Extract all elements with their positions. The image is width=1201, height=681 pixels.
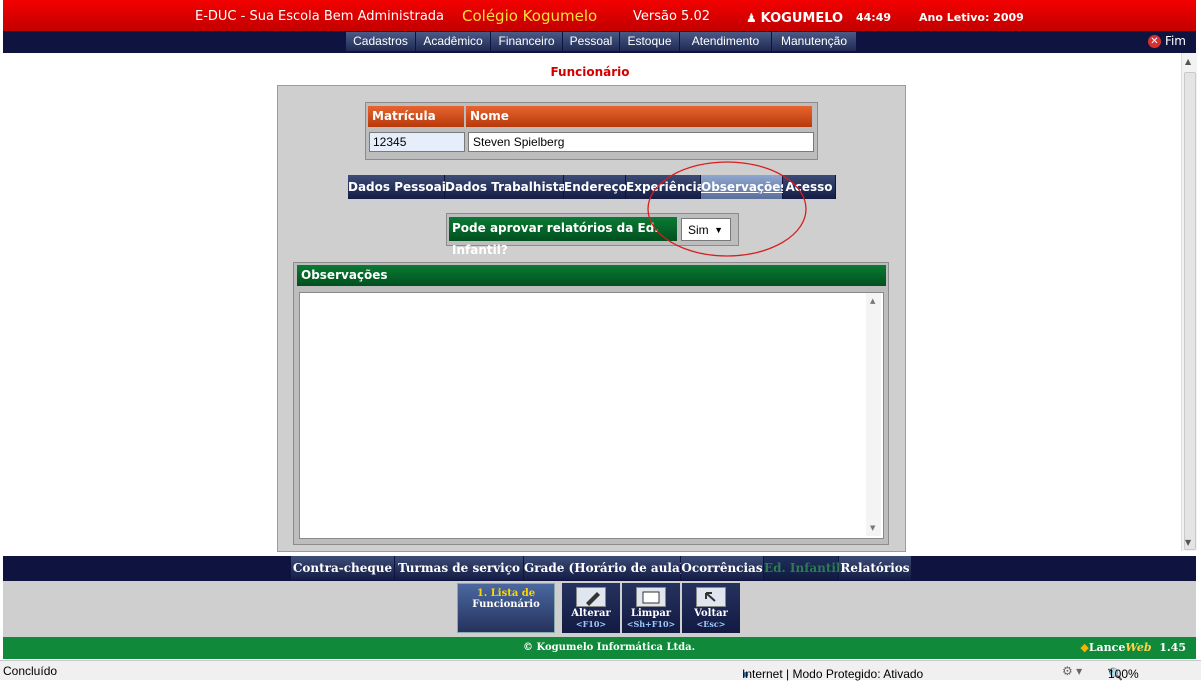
page-scrollbar[interactable]: ▲ ▼ (1181, 53, 1197, 551)
alter-button[interactable]: Alterar <F10> (562, 583, 620, 633)
exit-label: Fim (1164, 34, 1186, 48)
nome-label: Nome (466, 106, 812, 127)
menu-atendimento[interactable]: Atendimento (680, 32, 772, 51)
menu-manutencao[interactable]: Manutenção (772, 32, 857, 51)
version-label: Versão 5.02 (633, 9, 710, 24)
tab-dados-pessoais[interactable]: Dados Pessoais (348, 175, 453, 199)
observations-textarea[interactable] (299, 292, 884, 539)
action-toolbar: 1. Lista de Funcionário Alterar <F10> Li… (3, 581, 1196, 637)
textarea-scroll-down-icon[interactable]: ▼ (870, 524, 875, 532)
menu-pessoal[interactable]: Pessoal (563, 32, 620, 51)
copyright: © Kogumelo Informática Ltda. (523, 642, 696, 653)
status-text: Concluído (3, 664, 58, 678)
menu-turmas-servico[interactable]: Turmas de serviço (395, 556, 524, 580)
protected-mode-icon[interactable]: ⚙ ▾ (1062, 664, 1082, 678)
clear-button[interactable]: Limpar <Sh+F10> (622, 583, 680, 633)
textarea-scrollbar[interactable]: ▲ ▼ (866, 293, 881, 536)
menu-relatorios[interactable]: Relatórios (839, 556, 912, 580)
page-title: Funcionário (550, 65, 630, 79)
user-icon: ♟ (746, 11, 757, 25)
menu-academico[interactable]: Acadêmico (416, 32, 491, 51)
menu-ed-infantil[interactable]: Ed. Infantil (764, 556, 841, 580)
approval-question: Pode aprovar relatórios da Ed. Infantil? (449, 217, 677, 257)
brand-lance: Lance (1088, 641, 1126, 654)
zoom-control[interactable]: 🔍 100% ▾ (1108, 664, 1139, 681)
school-name: Colégio Kogumelo (462, 7, 598, 25)
user-name: KOGUMELO (760, 11, 844, 26)
edit-icon (576, 587, 606, 607)
brand-web: Web (1125, 641, 1152, 654)
tab-dados-trabalhistas[interactable]: Dados Trabalhistas (445, 175, 574, 199)
matricula-label: Matrícula (368, 106, 464, 127)
scroll-up-icon[interactable]: ▲ (1185, 57, 1191, 66)
school-year: Ano Letivo: 2009 (919, 11, 1024, 24)
brand-logo-icon: ◆ (1080, 641, 1089, 654)
sub-menu: Contra-cheque Turmas de serviço Grade (H… (3, 556, 1196, 581)
footer-bar: © Kogumelo Informática Ltda. ◆LanceWeb 1… (3, 637, 1196, 659)
alter-label: Alterar (571, 608, 611, 619)
user-block: ♟ KOGUMELO (746, 11, 843, 26)
back-key: <Esc> (696, 619, 726, 629)
app-name: E-DUC - Sua Escola Bem Administrada (195, 9, 445, 24)
menu-ocorrencias[interactable]: Ocorrências (681, 556, 764, 580)
back-button[interactable]: Voltar <Esc> (682, 583, 740, 633)
clear-icon (636, 587, 666, 607)
back-label: Voltar (694, 608, 728, 619)
menu-estoque[interactable]: Estoque (620, 32, 680, 51)
menu-grade-horario[interactable]: Grade (Horário de aula) (524, 556, 685, 580)
brand-version: 1.45 (1159, 641, 1186, 654)
list-line1: 1. Lista de (476, 588, 536, 599)
scroll-thumb[interactable] (1184, 72, 1196, 550)
scroll-down-icon[interactable]: ▼ (1185, 538, 1191, 547)
textarea-scroll-up-icon[interactable]: ▲ (870, 297, 875, 305)
menu-financeiro[interactable]: Financeiro (491, 32, 563, 51)
brand: ◆LanceWeb 1.45 (1080, 641, 1186, 654)
close-icon: ✕ (1147, 35, 1161, 48)
clear-label: Limpar (630, 608, 672, 619)
back-icon (696, 587, 726, 607)
nome-input[interactable] (468, 132, 814, 152)
menu-cadastros[interactable]: Cadastros (346, 32, 416, 51)
tab-endereco[interactable]: Endereço (564, 175, 627, 199)
alter-key: <F10> (575, 619, 607, 629)
annotation-ellipse (647, 161, 807, 257)
observations-label: Observações (297, 265, 886, 286)
matricula-input[interactable] (369, 132, 465, 152)
title-bar: E-DUC - Sua Escola Bem Administrada Colé… (3, 0, 1196, 31)
list-line2: Funcionário (472, 599, 540, 610)
menu-contra-cheque[interactable]: Contra-cheque (291, 556, 395, 580)
clear-key: <Sh+F10> (626, 619, 676, 629)
main-menu: Cadastros Acadêmico Financeiro Pessoal E… (3, 31, 1196, 53)
browser-status-bar: Concluído ● Internet | Modo Protegido: A… (0, 660, 1201, 681)
session-time: 44:49 (856, 11, 892, 24)
exit-button[interactable]: ✕ Fim (1147, 32, 1186, 51)
employee-list-button[interactable]: 1. Lista de Funcionário (457, 583, 555, 633)
